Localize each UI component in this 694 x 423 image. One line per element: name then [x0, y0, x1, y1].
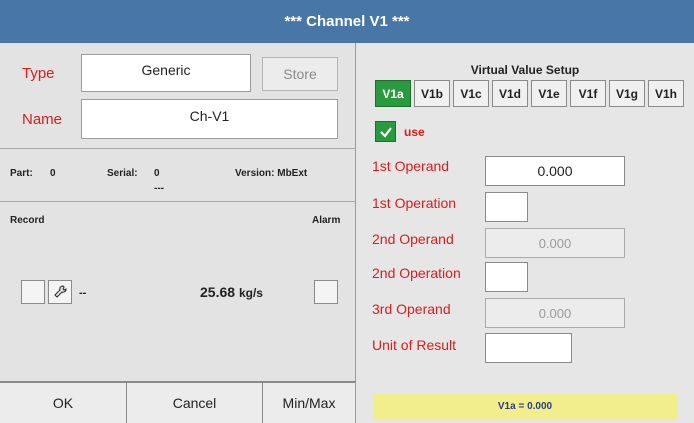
- third-operand-label: 3rd Operand: [372, 301, 451, 317]
- first-operation-field[interactable]: [485, 192, 528, 222]
- use-label: use: [404, 125, 425, 139]
- reading-unit: kg/s: [238, 286, 263, 300]
- result-bar: V1a = 0.000: [373, 394, 677, 419]
- part-value: 0: [50, 168, 56, 179]
- sensor-dash: --: [79, 287, 87, 299]
- type-field[interactable]: Generic: [81, 54, 251, 92]
- virtual-value-panel: Virtual Value Setup V1a V1b V1c V1d V1e …: [356, 43, 694, 423]
- tab-v1b[interactable]: V1b: [414, 80, 450, 107]
- unit-of-result-label: Unit of Result: [372, 337, 457, 353]
- second-operand-field[interactable]: 0.000: [485, 228, 625, 258]
- panel-header: Virtual Value Setup: [470, 63, 580, 77]
- wrench-icon: [54, 285, 67, 298]
- second-operation-field[interactable]: [485, 262, 528, 292]
- second-operand-label: 2nd Operand: [372, 231, 454, 247]
- tab-v1c[interactable]: V1c: [453, 80, 489, 107]
- first-operation-label: 1st Operation: [372, 195, 457, 211]
- sensor-settings-button[interactable]: [48, 280, 72, 304]
- minmax-button[interactable]: Min/Max: [263, 382, 355, 423]
- serial-sub: ---: [154, 183, 164, 194]
- record-button[interactable]: [21, 280, 45, 304]
- unit-of-result-field[interactable]: [485, 333, 572, 363]
- divider: [0, 201, 356, 202]
- name-label: Name: [22, 111, 63, 128]
- third-operand-field[interactable]: 0.000: [485, 298, 625, 328]
- version-label: Version: MbExt: [235, 168, 308, 179]
- first-operand-label: 1st Operand: [372, 158, 450, 174]
- use-checkbox[interactable]: [375, 121, 396, 142]
- reading-value: 25.68: [200, 284, 236, 300]
- tab-v1a[interactable]: V1a: [375, 80, 411, 107]
- alarm-button[interactable]: [314, 280, 338, 304]
- divider: [0, 148, 356, 149]
- cancel-button[interactable]: Cancel: [127, 382, 263, 423]
- reading-display: 25.68 kg/s: [200, 284, 263, 300]
- tab-v1d[interactable]: V1d: [492, 80, 528, 107]
- first-operand-field[interactable]: 0.000: [485, 156, 625, 186]
- tab-v1g[interactable]: V1g: [609, 80, 645, 107]
- window-title: *** Channel V1 ***: [0, 0, 694, 43]
- tab-v1e[interactable]: V1e: [531, 80, 567, 107]
- serial-value: 0: [154, 168, 160, 179]
- name-field[interactable]: Ch-V1: [81, 99, 338, 139]
- part-label: Part:: [10, 168, 33, 179]
- checkmark-icon: [379, 126, 392, 138]
- type-label: Type: [22, 65, 55, 82]
- tab-v1h[interactable]: V1h: [648, 80, 684, 107]
- serial-label: Serial:: [107, 168, 138, 179]
- ok-button[interactable]: OK: [0, 382, 127, 423]
- alarm-label: Alarm: [312, 215, 341, 226]
- record-label: Record: [10, 215, 45, 226]
- store-button[interactable]: Store: [262, 57, 338, 91]
- second-operation-label: 2nd Operation: [372, 265, 461, 281]
- channel-info-panel: Type Generic Store Name Ch-V1 Part: 0 Se…: [0, 43, 356, 423]
- tab-v1f[interactable]: V1f: [570, 80, 606, 107]
